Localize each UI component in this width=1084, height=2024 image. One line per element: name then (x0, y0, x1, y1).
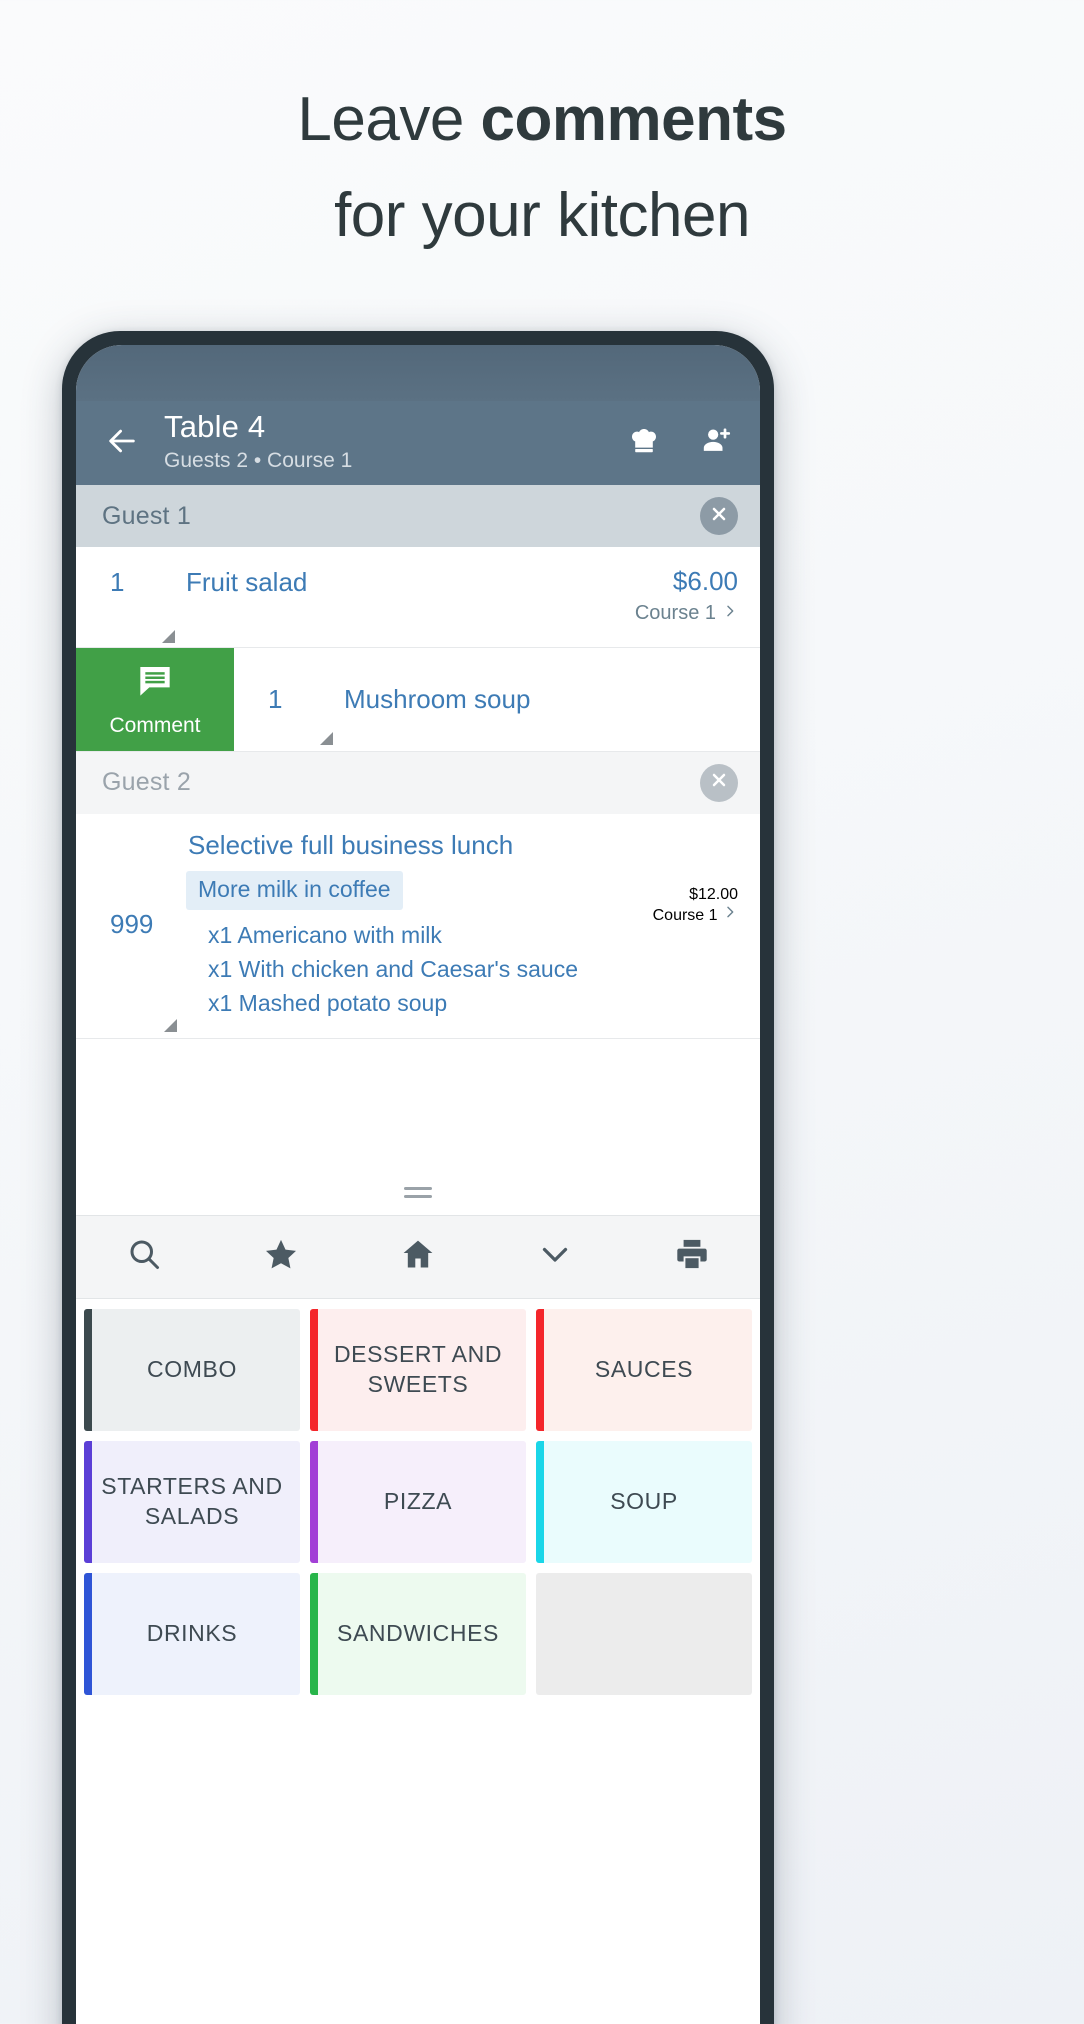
headline-line1-plain: Leave (297, 85, 481, 154)
status-bar (76, 345, 760, 401)
chevron-down-icon (537, 1236, 573, 1277)
order-combo-course-label: Course 1 (652, 906, 718, 924)
expand-corner-indicator (320, 731, 333, 745)
order-item-price: $6.00 (672, 566, 738, 596)
category-label: STARTERS AND SALADS (101, 1473, 283, 1529)
category-label: SAUCES (594, 1356, 694, 1383)
guest-name: Guest 2 (102, 768, 191, 797)
category-label: SOUP (610, 1488, 678, 1515)
page-subtitle: Guests 2 • Course 1 (164, 449, 353, 473)
order-item-course[interactable]: Course 1 (635, 602, 738, 625)
add-guest-button[interactable] (694, 421, 738, 465)
category-tile[interactable]: DESSERT AND SWEETS (310, 1308, 526, 1431)
toolbar-favorites-button[interactable] (213, 1216, 350, 1298)
guest-header-2[interactable]: Guest 2 (76, 751, 760, 814)
order-combo-course[interactable]: Course 1 (653, 904, 738, 925)
category-grid: COMBO DESSERT AND SWEETS SAUCES STARTERS… (76, 1299, 760, 1695)
order-combo-price: $12.00 (689, 885, 738, 903)
order-item-qty: 1 (110, 567, 125, 597)
category-tile[interactable]: DRINKS (84, 1572, 300, 1695)
order-item-qty: 1 (268, 683, 283, 714)
order-combo-row[interactable]: 999 Selective full business lunch More m… (76, 813, 760, 1039)
comment-icon (135, 661, 175, 706)
category-tile[interactable]: COMBO (84, 1308, 300, 1431)
guest-header-1[interactable]: Guest 1 (76, 485, 760, 547)
comment-swipe-action[interactable]: Comment (76, 647, 234, 751)
expand-corner-indicator (164, 1018, 177, 1032)
toolbar-print-button[interactable] (623, 1216, 760, 1298)
category-tile[interactable]: STARTERS AND SALADS (84, 1440, 300, 1563)
app-bar: Table 4 Guests 2 • Course 1 (76, 401, 760, 485)
order-combo-meta: $12.00 Course 1 (641, 830, 738, 1020)
printer-icon (674, 1236, 710, 1277)
star-icon (263, 1236, 299, 1277)
category-tile[interactable]: PIZZA (310, 1440, 526, 1563)
chef-hat-button[interactable] (622, 421, 666, 465)
category-color-bar (536, 1440, 544, 1563)
order-combo-body: Selective full business lunch More milk … (186, 830, 641, 1020)
app-bar-titles: Table 4 Guests 2 • Course 1 (164, 410, 622, 475)
order-list-empty-space (76, 1038, 760, 1215)
category-label: COMBO (147, 1356, 237, 1383)
toolbar-home-button[interactable] (350, 1216, 487, 1298)
order-item-meta: $6.00 Course 1 (623, 566, 738, 625)
category-label: SANDWICHES (337, 1620, 499, 1647)
remove-guest-2-button[interactable] (700, 763, 738, 802)
category-tile[interactable]: SOUP (536, 1440, 752, 1563)
close-circle-icon (709, 504, 729, 529)
search-icon (126, 1236, 162, 1277)
phone-frame: Table 4 Guests 2 • Course 1 Guest 1 1 Fr… (62, 331, 774, 2024)
back-button[interactable] (94, 415, 150, 471)
headline-line1-bold: comments (480, 85, 788, 154)
order-combo-subitem: x1 Americano with milk (208, 921, 442, 948)
add-person-icon (699, 424, 733, 463)
headline-line2: for your kitchen (334, 181, 750, 251)
category-color-bar (310, 1440, 318, 1563)
category-color-bar (310, 1572, 318, 1695)
chef-hat-icon (628, 425, 660, 462)
comment-action-label: Comment (109, 713, 201, 737)
close-circle-icon (709, 770, 729, 795)
category-label: PIZZA (383, 1488, 453, 1515)
order-item-body[interactable]: 1 Mushroom soup (234, 648, 760, 751)
order-combo-modifier[interactable]: More milk in coffee (186, 870, 403, 910)
app-bar-actions (622, 421, 738, 465)
order-item-row[interactable]: 1 Fruit salad $6.00 Course 1 (76, 547, 760, 648)
arrow-left-icon (105, 424, 139, 463)
category-color-bar (84, 1308, 92, 1431)
order-combo-subitem: x1 With chicken and Caesar's sauce (208, 955, 579, 982)
chevron-right-icon (722, 906, 738, 924)
expand-corner-indicator (162, 629, 175, 643)
category-label: DESSERT AND SWEETS (333, 1341, 503, 1397)
category-color-bar (84, 1572, 92, 1695)
order-item-course-label: Course 1 (634, 601, 716, 624)
chevron-right-icon (722, 602, 738, 625)
category-color-bar (310, 1308, 318, 1431)
category-color-bar (536, 1308, 544, 1431)
order-combo-subitem: x1 Mashed potato soup (208, 989, 448, 1016)
category-color-bar (84, 1440, 92, 1563)
home-icon (400, 1236, 436, 1277)
toolbar-search-button[interactable] (76, 1216, 213, 1298)
toolbar-more-button[interactable] (486, 1216, 623, 1298)
page-title: Table 4 (164, 409, 266, 445)
order-combo-title: Selective full business lunch (188, 829, 514, 860)
category-tile[interactable]: SAUCES (536, 1308, 752, 1431)
category-label: DRINKS (146, 1620, 238, 1647)
phone-screen: Table 4 Guests 2 • Course 1 Guest 1 1 Fr… (76, 345, 760, 2024)
category-tile-empty (536, 1572, 752, 1695)
order-combo-qty: 999 (110, 909, 154, 940)
page-headline: Leave comments for your kitchen (0, 72, 1084, 264)
bottom-toolbar (76, 1214, 760, 1299)
category-tile[interactable]: SANDWICHES (310, 1572, 526, 1695)
order-item-row-swiped[interactable]: Comment 1 Mushroom soup (76, 647, 760, 752)
sheet-drag-handle[interactable] (404, 1186, 432, 1203)
remove-guest-1-button[interactable] (700, 497, 738, 535)
order-item-name: Mushroom soup (344, 683, 531, 714)
guest-name: Guest 1 (102, 501, 191, 530)
order-item-name: Fruit salad (186, 567, 308, 597)
